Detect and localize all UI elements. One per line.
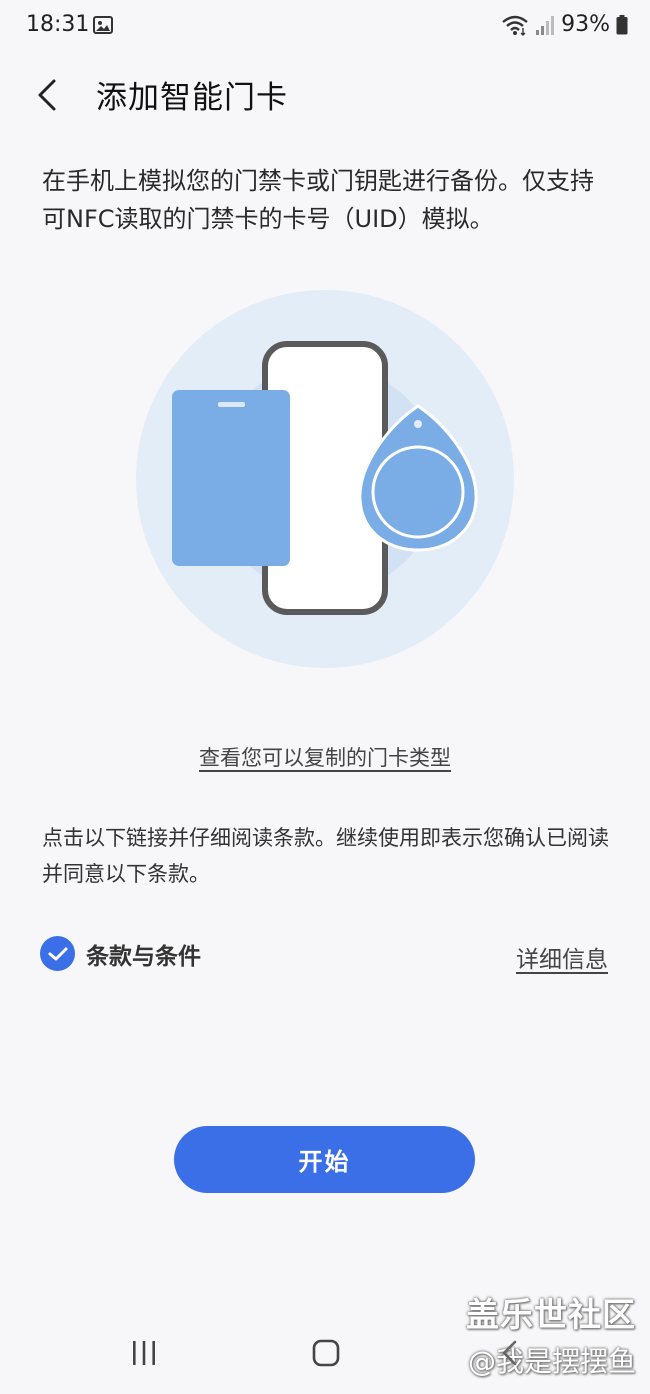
watermark-user: @我是摆摆鱼 (467, 1345, 636, 1378)
start-button[interactable]: 开始 (174, 1126, 475, 1193)
description-text: 在手机上模拟您的门禁卡或门钥匙进行备份。仅支持可NFC读取的门禁卡的卡号（UID… (42, 167, 594, 233)
back-icon[interactable] (496, 1338, 526, 1368)
details-link[interactable]: 详细信息 (516, 940, 608, 974)
terms-checkbox[interactable] (40, 936, 75, 971)
checkmark-icon (48, 947, 67, 960)
card-types-link[interactable]: 查看您可以复制的门卡类型 (0, 742, 650, 772)
watermark-community: 盖乐世社区 (466, 1295, 636, 1334)
chevron-left-icon (38, 79, 56, 111)
status-icons: 93% (501, 12, 628, 37)
page-title: 添加智能门卡 (96, 80, 288, 116)
battery-percent: 93% (561, 12, 610, 37)
recents-icon[interactable] (130, 1339, 158, 1367)
battery-icon (616, 14, 628, 34)
card-icon (172, 390, 290, 566)
terms-note: 点击以下链接并仔细阅读条款。继续使用即表示您确认已阅读并同意以下条款。 (42, 826, 609, 886)
wifi-icon (502, 15, 528, 36)
terms-label: 条款与条件 (86, 943, 201, 970)
signal-icon (536, 15, 555, 35)
nfc-illustration (136, 290, 514, 668)
home-icon[interactable] (311, 1338, 341, 1368)
status-time: 18:31 (26, 12, 90, 37)
terms-checkbox-row[interactable]: 条款与条件 (40, 936, 201, 971)
photo-icon (93, 16, 113, 34)
back-button[interactable] (22, 70, 72, 120)
